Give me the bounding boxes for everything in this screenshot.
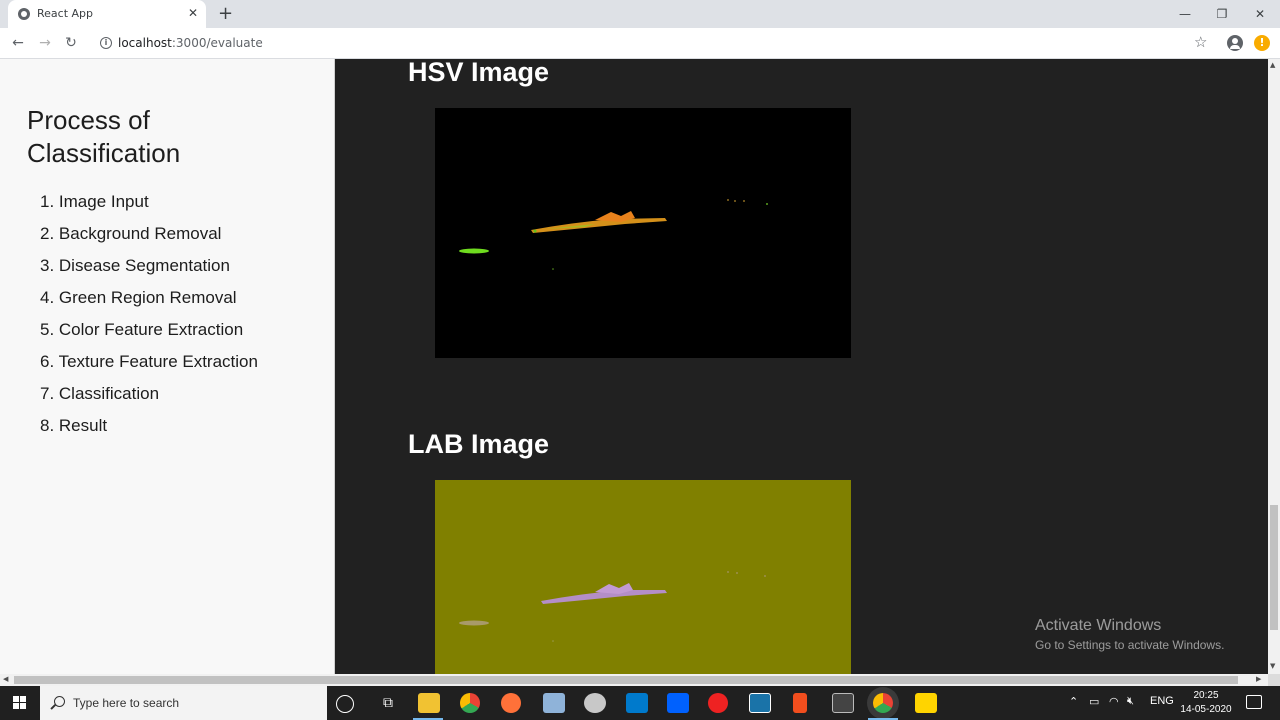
restore-button[interactable]: ❐ [1203,0,1241,28]
activate-windows-watermark: Activate Windows Go to Settings to activ… [1035,617,1225,652]
vertical-scroll-thumb[interactable] [1270,505,1278,630]
process-steps-list: 1. Image Input 2. Background Removal 3. … [40,190,258,446]
taskbar-search-box[interactable]: Type here to search [40,686,327,720]
profile-icon[interactable] [1227,35,1243,51]
horizontal-scrollbar[interactable]: ◀ ▶ [0,674,1268,686]
browser-tab-strip: React App ✕ + — ❐ ✕ [0,0,1280,28]
forward-button[interactable]: → [35,33,55,53]
react-favicon-icon [18,8,30,20]
file-explorer-icon[interactable] [418,693,440,713]
process-step[interactable]: 7. Classification [40,382,258,414]
chrome-icon[interactable] [460,693,480,713]
process-step[interactable]: 5. Color Feature Extraction [40,318,258,350]
vscode-icon[interactable] [626,693,648,713]
lab-image [435,480,851,674]
task-view-icon[interactable]: ⧉ [377,693,399,713]
search-icon [54,696,65,707]
notification-center-icon[interactable] [1246,695,1262,709]
main-content: HSV Image LAB Image Activate Windows Go … [335,59,1268,674]
process-step[interactable]: 4. Green Region Removal [40,286,258,318]
process-step[interactable]: 2. Background Removal [40,222,258,254]
browser-toolbar: ← → ↻ i localhost:3000/evaluate [0,28,1280,59]
battery-icon[interactable]: ▭ [1089,695,1099,708]
process-step[interactable]: 3. Disease Segmentation [40,254,258,286]
chrome-active-icon[interactable] [873,693,893,713]
address-bar[interactable]: i localhost:3000/evaluate [92,31,1216,55]
sidebar-title: Process of Classification [27,105,181,168]
v-app-icon[interactable] [749,693,771,713]
taskbar-clock[interactable]: 20:25 14-05-2020 [1176,689,1236,717]
paint-icon[interactable] [584,693,606,713]
sidebar: Process of Classification 1. Image Input… [0,59,335,674]
tray-chevron-icon[interactable]: ⌃ [1069,695,1078,708]
process-step[interactable]: 8. Result [40,414,258,446]
site-info-icon[interactable]: i [100,37,112,49]
horizontal-scroll-thumb[interactable] [14,676,1238,684]
bookmark-star-icon[interactable]: ☆ [1194,33,1207,51]
page-viewport: Process of Classification 1. Image Input… [0,59,1268,674]
firefox-icon[interactable] [501,693,521,713]
minimize-button[interactable]: — [1166,0,1204,28]
url-text[interactable]: localhost:3000/evaluate [118,36,263,50]
sticky-notes-icon[interactable] [915,693,937,713]
back-button[interactable]: ← [8,33,28,53]
lab-image-heading: LAB Image [408,429,550,459]
wifi-icon[interactable]: ◠ [1109,695,1119,708]
hsv-image [435,108,851,358]
new-tab-button[interactable]: + [218,4,233,24]
screen-recorder-icon[interactable] [708,693,728,713]
notepad-plus-icon[interactable] [543,693,565,713]
dropbox-icon[interactable] [667,693,689,713]
browser-tab[interactable]: React App ✕ [8,0,206,28]
language-indicator[interactable]: ENG [1150,695,1174,707]
terminal-icon[interactable] [832,693,854,713]
process-step[interactable]: 6. Texture Feature Extraction [40,350,258,382]
reload-button[interactable]: ↻ [61,33,81,53]
scrollbar-corner [1268,674,1280,686]
figma-icon[interactable] [793,693,807,713]
scroll-right-arrow-icon[interactable]: ▶ [1256,675,1261,683]
cortana-icon[interactable] [336,695,354,713]
search-placeholder: Type here to search [73,696,180,710]
windows-taskbar: Type here to search ⧉ ⌃ ▭ ◠ 🔇︎ ENG 20:25… [0,686,1280,720]
process-step[interactable]: 1. Image Input [40,190,258,222]
tab-title: React App [37,7,94,20]
close-window-button[interactable]: ✕ [1241,0,1279,28]
vertical-scrollbar[interactable]: ▲ ▼ [1268,59,1280,674]
scroll-down-arrow-icon[interactable]: ▼ [1270,662,1275,670]
update-alert-icon[interactable]: ! [1254,35,1270,51]
windows-logo-icon [13,696,27,710]
start-button[interactable] [0,686,40,720]
scroll-left-arrow-icon[interactable]: ◀ [3,675,8,683]
volume-mute-icon[interactable]: 🔇︎ [1127,695,1134,708]
hsv-image-heading: HSV Image [408,59,550,87]
tab-close-icon[interactable]: ✕ [188,6,198,20]
scroll-up-arrow-icon[interactable]: ▲ [1270,61,1275,69]
